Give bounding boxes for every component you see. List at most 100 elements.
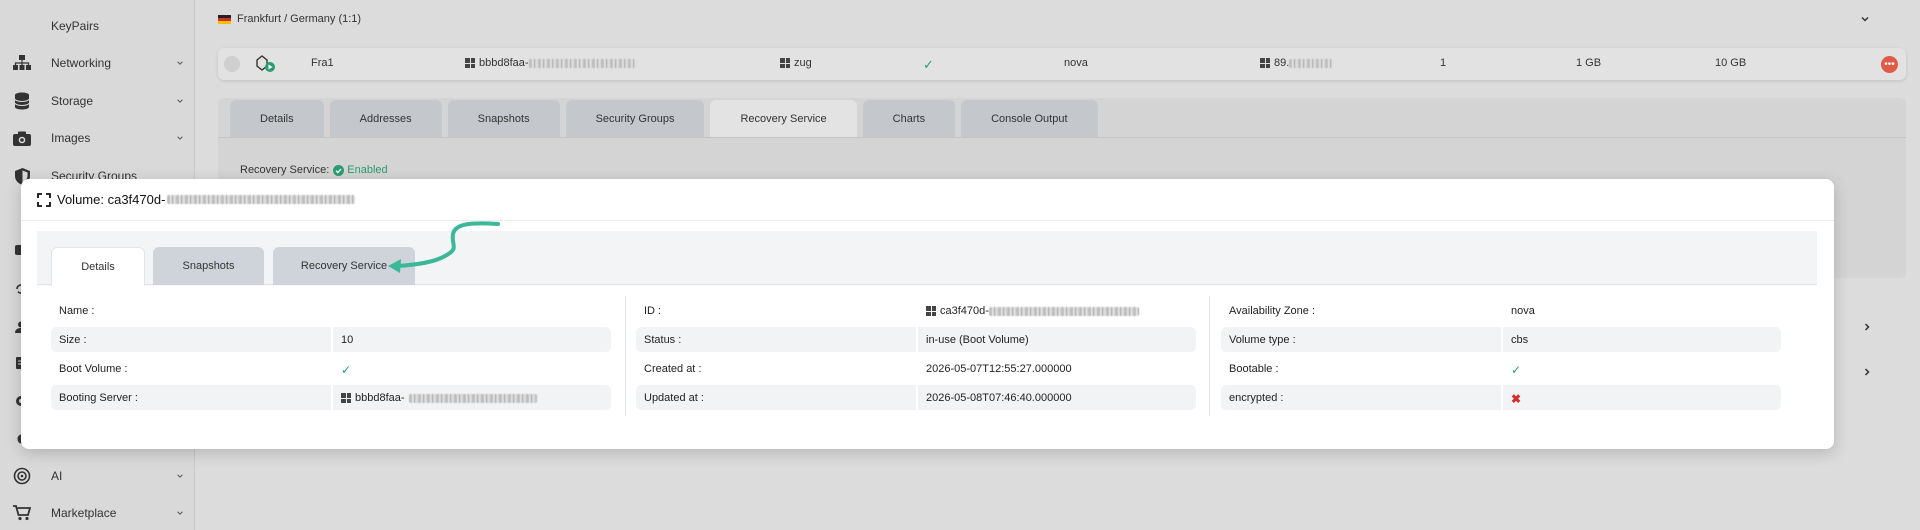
recovery-status-text: Enabled [347, 164, 388, 176]
check-icon: ✓ [1511, 363, 1522, 377]
annotation-arrow-icon [388, 221, 500, 273]
redacted-text [1289, 58, 1334, 68]
detail-value: cbs [1511, 334, 1529, 346]
detail-key: Volume type : [1229, 334, 1296, 346]
detail-key: Size : [59, 334, 87, 346]
sidebar-item-label: Images [51, 131, 91, 145]
server-ram: 1 GB [1576, 57, 1602, 69]
region-label: Frankfurt / Germany (1:1) [237, 13, 362, 25]
chevron-down-icon[interactable] [1860, 14, 1870, 24]
detail-value-text: ca3f470d- [940, 305, 989, 317]
sidebar-item-label: KeyPairs [51, 19, 100, 33]
server-disk: 10 GB [1715, 57, 1747, 69]
detail-row-boot-volume: Boot Volume : ✓ [51, 354, 611, 383]
region-header[interactable]: Frankfurt / Germany (1:1) [218, 8, 1880, 30]
server-row[interactable]: Fra1 bbbd8faa- zug ✓ nova 89. 1 1 GB 10 … [218, 48, 1906, 80]
detail-value: 2026-05-08T07:46:40.000000 [926, 392, 1072, 404]
chevron-down-icon [177, 474, 183, 478]
detail-key: Bootable : [1229, 363, 1279, 375]
sidebar-item-ai[interactable]: AI [0, 460, 195, 492]
volume-tabs: Details Snapshots Recovery Service [37, 231, 1817, 286]
detail-row-updated: Updated at : 2026-05-08T07:46:40.000000 [636, 383, 1196, 412]
details-column-2: ID : ca3f470d- Status : in-use (Boot Vol… [636, 296, 1196, 412]
redacted-text [167, 195, 356, 204]
server-ip: 89. [1260, 57, 1334, 69]
tab-console-output[interactable]: Console Output [961, 100, 1098, 137]
tab-details[interactable]: Details [230, 100, 324, 137]
divider [1209, 296, 1210, 416]
detail-value: ca3f470d- [926, 305, 1139, 317]
grid-icon [926, 306, 936, 316]
divider [218, 137, 1906, 138]
detail-row-name: Name : [51, 296, 611, 325]
detail-key: ID : [644, 305, 662, 317]
detail-row-bootable: Bootable : ✓ [1221, 354, 1781, 383]
storage-icon [12, 91, 32, 111]
server-name[interactable]: Fra1 [311, 57, 334, 69]
cart-icon [12, 503, 32, 523]
chevron-down-icon [177, 136, 183, 140]
detail-key: Booting Server : [59, 392, 138, 404]
booting-server-link[interactable]: bbbd8faa- [341, 392, 537, 404]
server-user: zug [780, 57, 812, 69]
modal-body: Details Snapshots Recovery Service Name … [37, 231, 1817, 433]
camera-icon [12, 128, 32, 148]
sidebar-item-label: Storage [51, 94, 94, 108]
recovery-status: Recovery Service: Enabled [240, 164, 388, 176]
chevron-down-icon [177, 61, 183, 65]
tab-security-groups[interactable]: Security Groups [565, 100, 705, 137]
redacted-text [528, 58, 637, 68]
detail-row-id: ID : ca3f470d- [636, 296, 1196, 325]
tab-recovery-service[interactable]: Recovery Service [710, 100, 857, 137]
chevron-right-icon[interactable] [1862, 367, 1872, 377]
detail-key: Updated at : [644, 392, 704, 404]
details-column-1: Name : Size : 10 Boot Volume : ✓ Booting… [51, 296, 611, 412]
chevron-right-icon[interactable] [1862, 322, 1872, 332]
server-ip-text: 89. [1274, 57, 1290, 69]
detail-value: bbbd8faa- [355, 392, 405, 404]
cross-icon: ✖ [1511, 392, 1522, 406]
sidebar-item-storage[interactable]: Storage [0, 85, 195, 117]
modal-title-text: Volume: ca3f470d- [57, 192, 166, 207]
sidebar-item-label: Marketplace [51, 506, 117, 520]
tab-snapshots[interactable]: Snapshots [447, 100, 560, 137]
tab-addresses[interactable]: Addresses [329, 100, 442, 137]
select-radio[interactable] [224, 56, 240, 72]
detail-key: encrypted : [1229, 392, 1284, 404]
detail-row-status: Status : in-use (Boot Volume) [636, 325, 1196, 354]
check-circle-icon [333, 164, 345, 176]
grid-icon [1260, 58, 1270, 68]
detail-key: Created at : [644, 363, 702, 375]
server-tabs: Details Addresses Snapshots Security Gro… [230, 100, 1104, 137]
tab-charts[interactable]: Charts [862, 100, 956, 137]
redacted-text [408, 393, 537, 403]
detail-key: Boot Volume : [59, 363, 128, 375]
sidebar-item-keypairs[interactable]: KeyPairs [0, 10, 195, 42]
detail-key: Name : [59, 305, 95, 317]
server-id: bbbd8faa- [465, 57, 637, 69]
sidebar-item-images[interactable]: Images [0, 122, 195, 154]
recovery-status-value: Enabled [333, 164, 388, 176]
grid-icon [465, 58, 475, 68]
more-actions-button[interactable]: ••• [1881, 56, 1898, 73]
status-check-icon: ✓ [923, 57, 934, 72]
grid-icon [341, 393, 351, 403]
expand-icon[interactable] [37, 192, 51, 207]
sidebar-item-label: AI [51, 469, 63, 483]
modal-header: Volume: ca3f470d- [21, 179, 1834, 221]
sidebar-item-networking[interactable]: Networking [0, 47, 195, 79]
volume-modal: Volume: ca3f470d- Details Snapshots Reco… [21, 179, 1834, 449]
germany-flag-icon [218, 14, 231, 24]
detail-value: in-use (Boot Volume) [926, 334, 1029, 346]
sidebar-item-label: Networking [51, 56, 112, 70]
server-zone: nova [1064, 57, 1088, 69]
details-column-3: Availability Zone : nova Volume type : c… [1221, 296, 1781, 412]
sidebar-item-marketplace[interactable]: Marketplace [0, 497, 195, 529]
grid-icon [780, 58, 790, 68]
network-icon [12, 53, 32, 73]
tab-snapshots[interactable]: Snapshots [153, 247, 264, 285]
server-user-text: zug [794, 57, 812, 69]
tab-details[interactable]: Details [51, 247, 145, 286]
detail-key: Status : [644, 334, 682, 346]
detail-row-encrypted: encrypted : ✖ [1221, 383, 1781, 412]
